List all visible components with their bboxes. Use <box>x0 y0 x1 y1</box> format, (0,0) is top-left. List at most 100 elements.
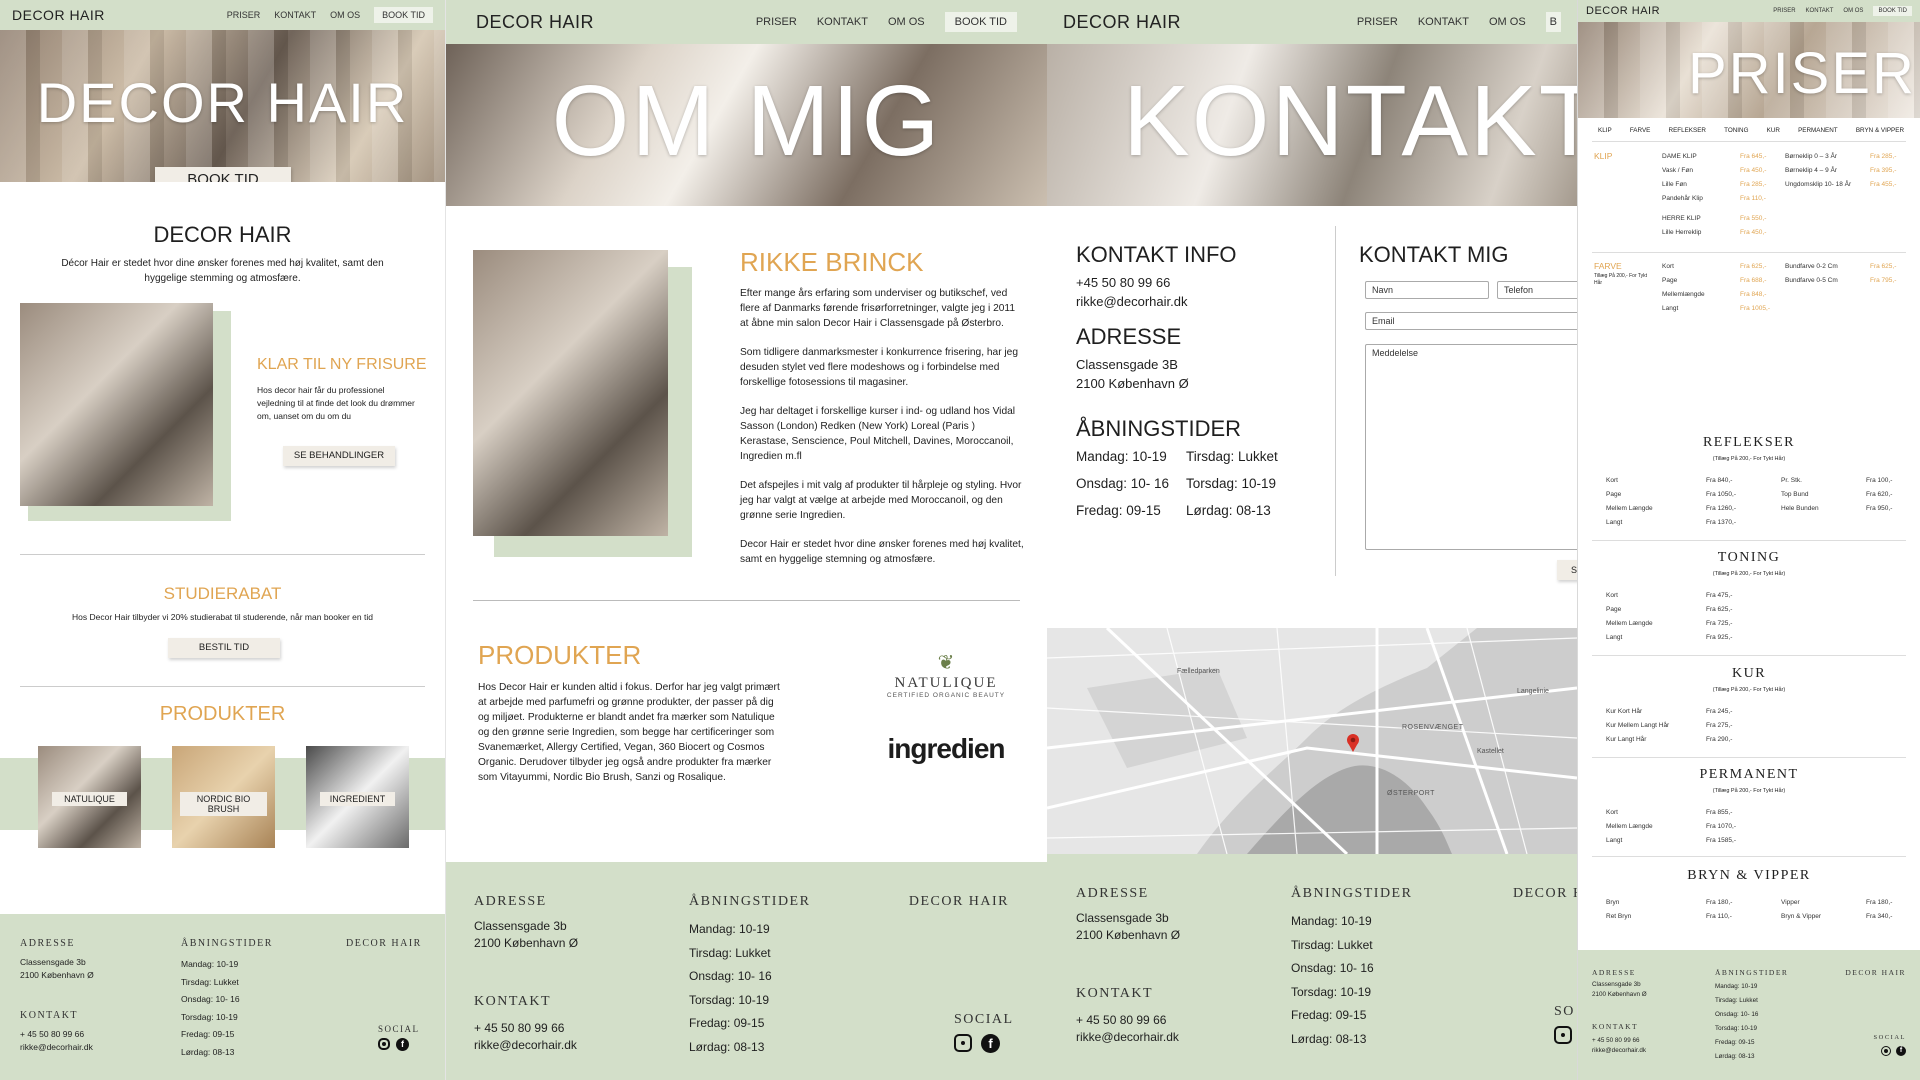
about-paragraph: Som tidligere danmarksmester i konkurren… <box>740 347 1019 388</box>
footer-email[interactable]: rikke@decorhair.dk <box>474 1037 577 1054</box>
nav-link-priser[interactable]: PRISER <box>756 16 797 28</box>
nav-book-button[interactable]: BOOK TID <box>374 7 433 23</box>
footer-tid: Torsdag: 10-19 <box>181 1011 238 1022</box>
kontakt-email[interactable]: rikke@decorhair.dk <box>1076 292 1187 311</box>
product-card-nordic-bio-brush[interactable]: NORDIC BIO BRUSH <box>172 746 275 848</box>
nav-link-kontakt[interactable]: KONTAKT <box>274 10 316 20</box>
footer-kontakt-heading: KONTAKT <box>1076 986 1154 1001</box>
farve-label: FARVE <box>1594 261 1622 271</box>
frisure-title: KLAR TIL NY FRISURE <box>257 356 427 373</box>
nav-link-kontakt[interactable]: KONTAKT <box>1806 8 1834 14</box>
telefon-input[interactable]: Telefon <box>1497 281 1577 299</box>
hero-book-button[interactable]: BOOK TID <box>155 167 291 182</box>
footer-kontakt-heading: KONTAKT <box>20 1010 79 1021</box>
nav-bar: DECOR HAIR PRISER KONTAKT OM OS BOOK TID <box>446 0 1047 44</box>
nav-book-button[interactable]: BOOK TID <box>944 12 1017 32</box>
facebook-icon[interactable]: f <box>981 1034 1000 1053</box>
tab-farve[interactable]: FARVE <box>1630 127 1651 134</box>
price-row: Lille Herreklip Fra 450,- <box>1662 229 1767 236</box>
footer-adresse-line: Classensgade 3b <box>1076 911 1169 925</box>
footer-phone[interactable]: + 45 50 80 99 66 <box>1076 1012 1179 1029</box>
footer-phone[interactable]: + 45 50 80 99 66 <box>20 1028 93 1041</box>
footer-tider-heading: ÅBNINGSTIDER <box>689 894 811 909</box>
tab-bryn-vipper[interactable]: BRYN & VIPPER <box>1856 127 1904 134</box>
footer-tid: Onsdag: 10- 16 <box>181 994 240 1004</box>
nav-logo[interactable]: DECOR HAIR <box>1586 5 1660 17</box>
toning-title: TONING <box>1717 550 1781 565</box>
toning-table: Kort Fra 475,- Page Fra 625,- Mellem Længd… <box>1606 589 1786 645</box>
price-row: Kur Langt Hår Fra 290,- <box>1606 736 1733 743</box>
se-behandlinger-button[interactable]: SE BEHANDLINGER <box>283 446 395 466</box>
hero-image: OM MIG <box>446 44 1047 206</box>
klip-label: KLIP <box>1594 151 1613 161</box>
map[interactable]: ROSENVÆNGET ØSTERPORT Fælledparken Kaste… <box>1047 628 1577 854</box>
nav-link-kontakt[interactable]: KONTAKT <box>817 16 868 28</box>
divider <box>1592 252 1906 253</box>
tab-klip[interactable]: KLIP <box>1598 127 1612 134</box>
about-paragraph: Decor Hair er stedet hvor dine ønsker fo… <box>740 539 1024 565</box>
nav-link-om-os[interactable]: OM OS <box>888 16 925 28</box>
footer-phone[interactable]: + 45 50 80 99 66 <box>474 1020 577 1037</box>
tid-item: Mandag: 10-19 <box>1076 449 1167 464</box>
nav-link-om-os[interactable]: OM OS <box>1843 8 1863 14</box>
about-name: RIKKE BRINCK <box>740 247 924 277</box>
footer-tid: Onsdag: 10- 16 <box>1291 961 1374 975</box>
footer-email[interactable]: rikke@decorhair.dk <box>20 1041 93 1054</box>
product-label: NORDIC BIO BRUSH <box>180 792 267 816</box>
nav-book-button[interactable]: BOOK TID <box>1873 6 1912 16</box>
instagram-icon[interactable] <box>378 1038 390 1050</box>
divider <box>1592 856 1906 857</box>
kontakt-phone[interactable]: +45 50 80 99 66 <box>1076 273 1187 292</box>
product-card-ingredient[interactable]: INGREDIENT <box>306 746 409 848</box>
footer-adresse-line: Classensgade 3b <box>1592 981 1641 988</box>
instagram-icon[interactable] <box>1554 1026 1572 1044</box>
nav-link-om-os[interactable]: OM OS <box>330 10 360 20</box>
nav-link-priser[interactable]: PRISER <box>1357 16 1398 28</box>
footer-social-heading: SOCIAL <box>378 1024 420 1034</box>
nav-logo[interactable]: DECOR HAIR <box>12 7 105 23</box>
navn-input[interactable]: Navn <box>1365 281 1489 299</box>
footer-social-heading: SOCIAL <box>954 1012 1014 1027</box>
price-row: DAME KLIP Fra 645,- Børneklip 0 – 3 År Fra … <box>1662 153 1897 160</box>
divider <box>1592 540 1906 541</box>
nav-link-om-os[interactable]: OM OS <box>1489 16 1526 28</box>
tab-permanent[interactable]: PERMANENT <box>1798 127 1838 134</box>
produkter-title: PRODUKTER <box>159 703 286 725</box>
nav-link-priser[interactable]: PRISER <box>227 10 261 20</box>
footer-email[interactable]: rikke@decorhair.dk <box>1076 1029 1179 1046</box>
hero-title: DECOR HAIR <box>36 71 409 134</box>
map-graphic <box>1047 628 1577 854</box>
tab-toning[interactable]: TONING <box>1724 127 1748 134</box>
klip-table: DAME KLIP Fra 645,- Børneklip 0 – 3 År Fra … <box>1662 150 1912 240</box>
facebook-icon[interactable]: f <box>396 1038 409 1051</box>
email-input[interactable]: Email <box>1365 312 1577 330</box>
meddelelse-textarea[interactable]: Meddelelse <box>1365 344 1577 550</box>
nav-link-kontakt[interactable]: KONTAKT <box>1418 16 1469 28</box>
send-button[interactable]: SE <box>1557 560 1577 580</box>
kontakt-page-mockup: DECOR HAIR PRISER KONTAKT OM OS B KONTAK… <box>1047 0 1577 1080</box>
footer-tid: Torsdag: 10-19 <box>689 992 770 1007</box>
kontakt-info-title: KONTAKT INFO <box>1076 242 1237 267</box>
footer-email[interactable]: rikke@decorhair.dk <box>1592 1046 1646 1056</box>
map-label: Fælledparken <box>1177 668 1220 675</box>
footer-brand: DECOR HAIR <box>346 938 422 949</box>
facebook-icon[interactable]: f <box>1896 1046 1906 1056</box>
produkter-text: Hos Decor Hair er kunden altid i fokus. … <box>478 682 780 783</box>
footer-tid: Tirsdag: Lukket <box>1715 997 1758 1004</box>
map-label: Kastellet <box>1477 748 1504 755</box>
tab-reflekser[interactable]: REFLEKSER <box>1669 127 1706 134</box>
instagram-icon[interactable] <box>954 1034 972 1052</box>
nav-logo[interactable]: DECOR HAIR <box>1063 12 1181 33</box>
instagram-icon[interactable] <box>1881 1046 1891 1056</box>
product-card-natulique[interactable]: NATULIQUE <box>38 746 141 848</box>
footer: ADRESSE Classensgade 3b 2100 København Ø… <box>0 914 445 1080</box>
farve-table: Kort Fra 625,- Bundfarve 0-2 Cm Fra 625,- P… <box>1662 260 1912 316</box>
footer-adresse-line: 2100 København Ø <box>1076 928 1181 942</box>
nav-logo[interactable]: DECOR HAIR <box>476 12 594 33</box>
nav-link-priser[interactable]: PRISER <box>1773 8 1795 14</box>
nav-bar: DECOR HAIR PRISER KONTAKT OM OS B <box>1047 0 1577 44</box>
tab-kur[interactable]: KUR <box>1767 127 1780 134</box>
nav-book-button[interactable]: B <box>1545 12 1561 32</box>
bestil-tid-button[interactable]: BESTIL TID <box>168 638 280 658</box>
footer-phone[interactable]: + 45 50 80 99 66 <box>1592 1036 1646 1046</box>
